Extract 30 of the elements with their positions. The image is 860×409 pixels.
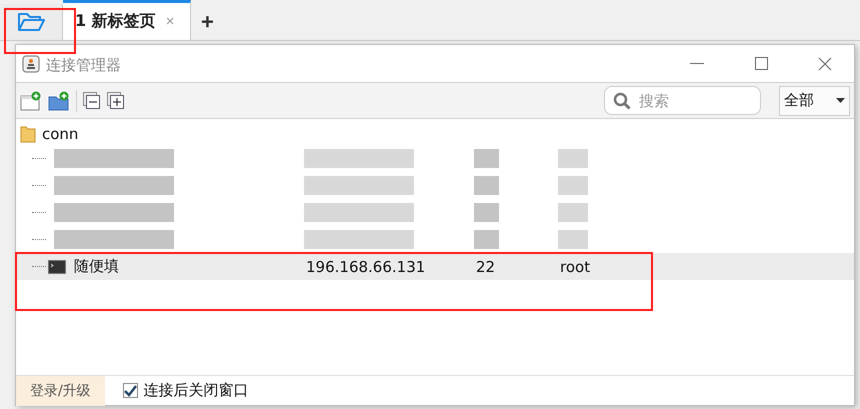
session-row[interactable]: 随便填 196.168.66.131 22 root	[16, 253, 854, 280]
minimize-icon	[690, 62, 704, 64]
session-name: 随便填	[74, 257, 119, 276]
session-host: 196.168.66.131	[306, 258, 426, 276]
close-after-connect-checkbox[interactable]: 连接后关闭窗口	[122, 381, 249, 400]
search-input[interactable]: 搜索	[637, 90, 747, 110]
expand-all-button[interactable]	[107, 92, 125, 110]
terminal-icon	[48, 260, 66, 274]
session-user: root	[560, 258, 590, 276]
collapse-all-button[interactable]	[83, 92, 101, 110]
tab-label: 1 新标签页	[75, 11, 156, 32]
search-icon	[613, 92, 631, 110]
tree-label: conn	[42, 125, 78, 143]
open-folder-button[interactable]	[0, 4, 63, 40]
caret-icon	[836, 98, 845, 103]
folder-icon	[20, 125, 36, 143]
app-icon	[22, 54, 40, 72]
close-icon	[818, 56, 832, 70]
folder-icon	[17, 11, 45, 33]
tab[interactable]: 1 新标签页 ×	[63, 0, 191, 40]
maximize-icon	[754, 57, 768, 70]
new-tab-button[interactable]: +	[191, 4, 224, 40]
search-field[interactable]: 搜索	[604, 86, 761, 115]
check-icon	[124, 384, 137, 396]
login-upgrade-button[interactable]: 登录/升级	[16, 376, 105, 406]
new-folder-button[interactable]	[48, 90, 70, 110]
new-session-button[interactable]	[20, 90, 42, 110]
window-title: 连接管理器	[46, 56, 122, 75]
session-port: 22	[476, 258, 496, 276]
filter-dropdown[interactable]: 全部	[779, 86, 850, 116]
